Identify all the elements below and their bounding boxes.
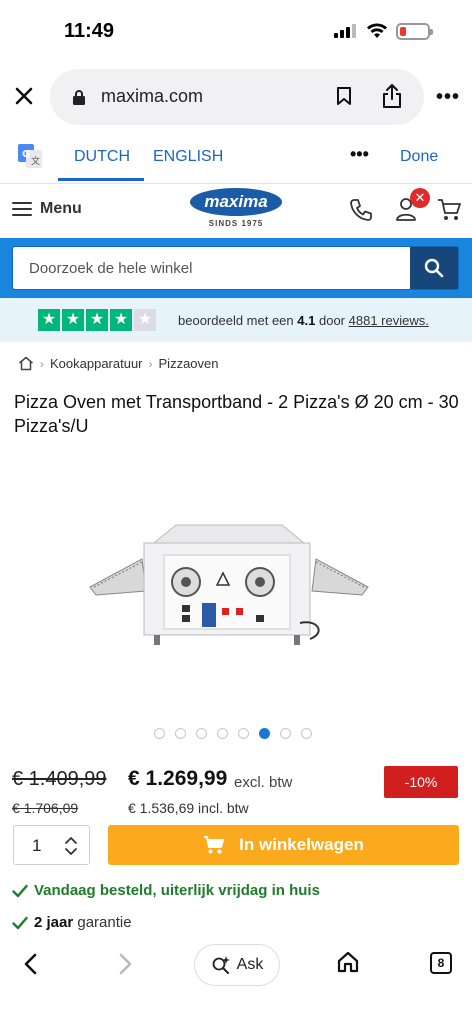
stepper-arrows-icon[interactable] (64, 835, 78, 857)
lock-icon (73, 90, 85, 105)
chevron-right-icon: › (40, 356, 44, 371)
breadcrumb-item[interactable]: Pizzaoven (159, 356, 219, 371)
image-carousel-dots (154, 728, 312, 739)
bookmark-icon[interactable] (336, 86, 352, 106)
menu-label: Menu (40, 200, 82, 217)
search-box (12, 246, 459, 290)
phone-icon[interactable] (348, 197, 374, 223)
search-band (0, 238, 472, 298)
old-price-incl: € 1.706,09 (12, 800, 79, 816)
google-translate-icon: G 文 (18, 144, 42, 168)
ask-button[interactable]: Ask (194, 944, 280, 986)
logo-tagline: SINDS 1975 (208, 219, 264, 228)
logo-wordmark: maxima (190, 188, 282, 216)
star-icon: ★ (110, 309, 132, 331)
chevron-right-icon: › (148, 356, 153, 371)
search-icon (424, 258, 444, 278)
wifi-icon (367, 23, 387, 38)
add-to-cart-label: In winkelwagen (239, 835, 364, 854)
clock: 11:49 (64, 20, 115, 42)
warranty-info: 2 jaar garantie (12, 914, 132, 931)
discount-badge: -10% (384, 766, 458, 798)
browser-bottom-bar: Ask 8 (0, 936, 472, 1024)
tabs-button[interactable]: 8 (430, 952, 452, 974)
search-input[interactable] (13, 247, 411, 289)
site-logo[interactable]: maxima SINDS 1975 (190, 188, 282, 228)
battery-icon (396, 23, 433, 40)
star-icon: ★ (86, 309, 108, 331)
price-incl: € 1.536,69 incl. btw (128, 800, 249, 816)
cart-icon[interactable] (436, 196, 462, 222)
tab-english[interactable]: ENGLISH (153, 148, 223, 166)
site-header: Menu maxima SINDS 1975 ✕ (0, 184, 472, 238)
search-button[interactable] (410, 247, 458, 289)
carousel-dot[interactable] (259, 728, 270, 739)
carousel-dot[interactable] (175, 728, 186, 739)
carousel-dot[interactable] (280, 728, 291, 739)
tab-dutch[interactable]: DUTCH (58, 148, 144, 181)
price-excl: € 1.269,99 (128, 767, 228, 790)
rating-text: beoordeeld met een 4.1 door 4881 reviews… (178, 313, 429, 328)
carousel-dot[interactable] (196, 728, 207, 739)
star-icon: ★ (38, 309, 60, 331)
checkmark-icon (12, 916, 28, 929)
carousel-dot[interactable] (154, 728, 165, 739)
rating-score: 4.1 (297, 313, 316, 328)
delivery-text: Vandaag besteld, uiterlijk vrijdag in hu… (34, 882, 320, 899)
svg-text:文: 文 (31, 155, 40, 167)
forward-icon[interactable] (114, 952, 136, 976)
excl-vat-label: excl. btw (234, 774, 293, 791)
menu-button[interactable]: Menu (12, 200, 82, 218)
breadcrumb: › Kookapparatuur › Pizzaoven (18, 356, 219, 371)
product-image[interactable] (86, 515, 372, 655)
delivery-info: Vandaag besteld, uiterlijk vrijdag in hu… (12, 882, 320, 899)
rating-stars: ★ ★ ★ ★ ★ (38, 309, 156, 331)
star-icon: ★ (62, 309, 84, 331)
sparkle-search-icon (212, 956, 230, 974)
product-title: Pizza Oven met Transportband - 2 Pizza's… (14, 392, 459, 436)
close-icon[interactable] (12, 84, 36, 108)
carousel-dot[interactable] (238, 728, 249, 739)
ask-label: Ask (236, 956, 264, 973)
warranty-label: garantie (77, 914, 132, 931)
svg-text:G: G (22, 149, 30, 160)
more-options-button[interactable]: ••• (436, 86, 460, 109)
carousel-dot[interactable] (217, 728, 228, 739)
home-icon[interactable] (336, 950, 360, 974)
cellular-signal-icon (334, 24, 356, 38)
quantity-stepper[interactable]: 1 (13, 825, 90, 865)
cart-icon (204, 836, 225, 854)
add-to-cart-button[interactable]: In winkelwagen (108, 825, 459, 865)
share-icon[interactable] (380, 83, 404, 109)
trustpilot-rating: ★ ★ ★ ★ ★ beoordeeld met een 4.1 door 48… (0, 298, 472, 342)
hamburger-icon (12, 202, 32, 216)
url-text: maxima.com (101, 86, 204, 106)
translate-bar: G 文 DUTCH ENGLISH ••• Done (0, 128, 472, 184)
reviews-link[interactable]: 4881 reviews. (349, 313, 429, 328)
star-empty-icon: ★ (134, 309, 156, 331)
carousel-dot[interactable] (301, 728, 312, 739)
checkmark-icon (12, 884, 28, 897)
status-bar: 11:49 (0, 0, 472, 64)
quantity-value: 1 (32, 836, 42, 855)
browser-toolbar: maxima.com ••• (0, 64, 472, 128)
breadcrumb-item[interactable]: Kookapparatuur (50, 356, 143, 371)
old-price-excl: € 1.409,99 (12, 768, 107, 790)
address-bar[interactable]: maxima.com (50, 69, 424, 125)
back-icon[interactable] (20, 952, 42, 976)
translate-more-button[interactable]: ••• (350, 144, 369, 165)
warranty-years: 2 jaar (34, 914, 74, 931)
translate-done-button[interactable]: Done (400, 148, 438, 166)
account-alert-badge: ✕ (410, 188, 430, 208)
home-icon[interactable] (18, 356, 34, 371)
